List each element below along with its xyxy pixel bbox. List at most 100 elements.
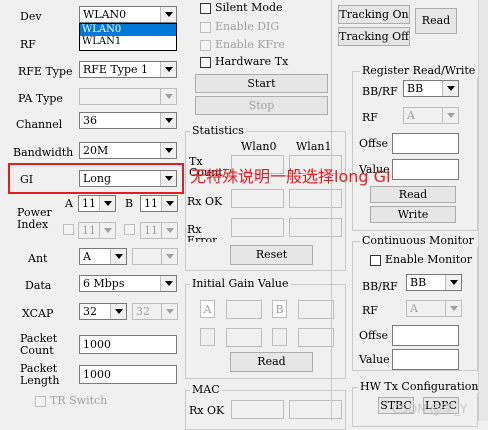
dev-label: Dev — [20, 10, 42, 23]
enable-dig-checkbox[interactable] — [200, 22, 211, 33]
cm-rf-label: RF — [362, 304, 378, 317]
rfe-type-select[interactable]: RFE Type 1 — [79, 61, 177, 78]
enable-monitor-checkbox[interactable] — [370, 255, 381, 266]
enable-kfree-checkbox[interactable] — [200, 40, 211, 51]
cm-value-input[interactable] — [392, 349, 459, 370]
ant-secondary-select[interactable] — [132, 248, 178, 265]
initial-gain-title: Initial Gain Value — [190, 277, 291, 290]
dev-dropdown-list[interactable]: WLAN0 WLAN1 — [79, 23, 177, 51]
register-title: Register Read/Write — [360, 64, 480, 77]
xcap-label: XCAP — [22, 307, 54, 320]
power-a-select[interactable]: 11 — [78, 195, 116, 212]
chevron-down-icon[interactable] — [160, 7, 176, 22]
xcap-secondary-select[interactable]: 32 — [132, 303, 178, 320]
reg-write-button[interactable]: Write — [370, 206, 456, 223]
rfe-type-label: RFE Type — [18, 65, 73, 78]
channel-select[interactable]: 36 — [79, 112, 177, 129]
pa-type-select[interactable] — [79, 88, 177, 105]
rx-ok-label: Rx OK — [187, 195, 223, 208]
dev-option-wlan1[interactable]: WLAN1 — [80, 36, 176, 48]
stop-button[interactable]: Stop — [195, 96, 328, 115]
xcap-select[interactable]: 32 — [79, 303, 127, 320]
reset-button[interactable]: Reset — [230, 245, 313, 265]
gain-c-field[interactable] — [226, 328, 262, 347]
mac-title: MAC — [190, 383, 222, 396]
tracking-on-button[interactable]: Tracking On — [338, 5, 410, 24]
reg-read-button[interactable]: Read — [370, 186, 456, 203]
rx-error-label: Rx Error — [187, 224, 218, 242]
chevron-down-icon[interactable] — [445, 301, 461, 316]
gain-c-checkbox-box[interactable] — [200, 328, 215, 346]
chevron-down-icon[interactable] — [161, 249, 177, 264]
annotation-text: 无特殊说明一般选择long GI — [190, 167, 391, 186]
rx-error-wlan0-field — [231, 218, 284, 237]
chevron-down-icon[interactable] — [160, 143, 176, 158]
cm-value-label: Value — [359, 353, 390, 366]
packet-count-label: Packet Count — [20, 332, 58, 357]
gain-d-checkbox-box[interactable] — [272, 328, 287, 346]
power-a-label: A — [65, 197, 73, 210]
power-c-checkbox[interactable] — [63, 224, 74, 235]
gi-label: GI — [20, 173, 34, 186]
statistics-title: Statistics — [190, 124, 246, 137]
mac-rx-ok-wlan1-field — [289, 400, 342, 419]
chevron-down-icon[interactable] — [161, 304, 177, 319]
chevron-down-icon[interactable] — [160, 276, 176, 291]
chevron-down-icon[interactable] — [110, 249, 126, 264]
ant-label: Ant — [28, 252, 48, 265]
reg-bbrf-select[interactable]: BB — [403, 80, 459, 97]
chevron-down-icon[interactable] — [442, 108, 458, 123]
rf-label: RF — [20, 38, 36, 51]
vertical-scrollbar[interactable] — [478, 0, 488, 421]
hwtx-title: HW Tx Configuration — [358, 380, 480, 393]
dev-option-wlan0[interactable]: WLAN0 — [80, 24, 176, 36]
power-b-select[interactable]: 11 — [140, 195, 178, 212]
chevron-down-icon[interactable] — [442, 81, 458, 96]
power-d-checkbox[interactable] — [124, 224, 135, 235]
cm-bbrf-select[interactable]: BB — [406, 274, 462, 291]
chevron-down-icon[interactable] — [160, 171, 176, 186]
chevron-down-icon[interactable] — [160, 113, 176, 128]
chevron-down-icon[interactable] — [99, 223, 115, 238]
dev-select[interactable]: WLAN0 — [79, 6, 177, 23]
cm-offset-input[interactable] — [392, 325, 459, 346]
bandwidth-select[interactable]: 20M — [79, 142, 177, 159]
reg-rf-select[interactable]: A — [403, 107, 459, 124]
enable-monitor-label: Enable Monitor — [385, 253, 473, 266]
gain-b-checkbox-box[interactable]: B — [272, 300, 287, 318]
tr-switch-checkbox[interactable] — [35, 396, 46, 407]
tracking-off-button[interactable]: Tracking Off — [338, 27, 410, 46]
gain-read-button[interactable]: Read — [230, 352, 313, 372]
chevron-down-icon[interactable] — [160, 89, 176, 104]
reg-offset-input[interactable] — [392, 133, 459, 154]
cm-rf-select[interactable]: A — [406, 300, 462, 317]
chevron-down-icon[interactable] — [110, 304, 126, 319]
reg-offset-label: Offse — [359, 137, 388, 150]
hardware-tx-checkbox[interactable] — [200, 57, 211, 68]
gain-b-field[interactable] — [298, 300, 334, 319]
packet-length-input[interactable]: 1000 — [79, 365, 177, 384]
data-rate-select[interactable]: 6 Mbps — [79, 275, 177, 292]
rx-ok-wlan1-field — [289, 189, 342, 208]
chevron-down-icon[interactable] — [99, 196, 115, 211]
gain-a-checkbox-box[interactable]: A — [200, 300, 215, 318]
stats-col-wlan0: Wlan0 — [241, 140, 277, 153]
silent-mode-checkbox[interactable] — [200, 3, 211, 14]
reg-value-input[interactable] — [392, 159, 459, 180]
gain-d-field[interactable] — [298, 328, 334, 347]
packet-count-input[interactable]: 1000 — [79, 335, 177, 354]
chevron-down-icon[interactable] — [161, 223, 177, 238]
chevron-down-icon[interactable] — [160, 62, 176, 77]
gi-select[interactable]: Long — [79, 170, 177, 187]
chevron-down-icon[interactable] — [445, 275, 461, 290]
power-c-select[interactable]: 11 — [78, 222, 116, 239]
power-d-select[interactable]: 11 — [140, 222, 178, 239]
start-button[interactable]: Start — [195, 74, 328, 93]
tracking-read-button[interactable]: Read — [415, 8, 457, 34]
ant-select[interactable]: A — [79, 248, 127, 265]
mac-rx-ok-label: Rx OK — [189, 404, 225, 417]
silent-mode-label: Silent Mode — [215, 1, 283, 14]
cm-bbrf-label: BB/RF — [362, 280, 398, 293]
gain-a-field[interactable] — [226, 300, 262, 319]
chevron-down-icon[interactable] — [161, 196, 177, 211]
